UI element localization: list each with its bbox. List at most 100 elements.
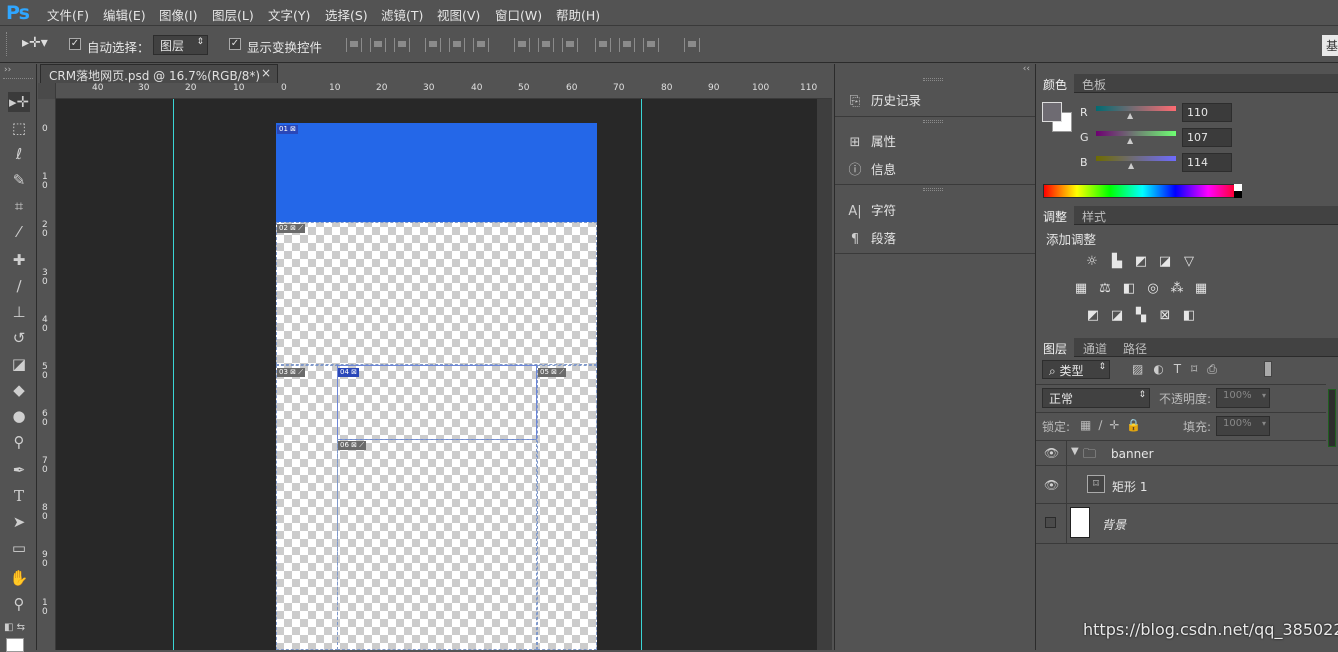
distribute-hcenter-icon[interactable] <box>619 38 635 52</box>
menu-select[interactable]: 选择(S) <box>325 5 368 24</box>
layer-row-rect[interactable]: 👁 ⌑ 矩形 1 <box>1036 466 1338 504</box>
distribute-right-icon[interactable] <box>643 38 659 52</box>
tab-styles[interactable]: 样式 <box>1075 206 1113 225</box>
eyedropper-tool-icon[interactable]: ⁄ <box>8 222 30 242</box>
invert-icon[interactable]: ◩ <box>1085 309 1101 323</box>
align-left-icon[interactable] <box>425 38 441 52</box>
filter-toggle[interactable] <box>1264 361 1272 377</box>
b-slider-thumb[interactable]: ▲ <box>1128 161 1134 170</box>
color-balance-icon[interactable]: ⚖ <box>1097 282 1113 296</box>
move-tool-preset-icon[interactable]: ▸✛▾ <box>22 35 48 51</box>
visibility-box[interactable] <box>1045 517 1056 528</box>
g-value-field[interactable]: 107 <box>1182 128 1232 147</box>
menu-edit[interactable]: 编辑(E) <box>103 5 146 24</box>
spectrum-white[interactable] <box>1234 184 1242 191</box>
levels-icon[interactable]: ▙ <box>1109 255 1125 269</box>
gradient-map-icon[interactable]: ◧ <box>1181 309 1197 323</box>
canvas[interactable]: 01 ⊠ 02 ⊠ ⟋ 03 ⊠ ⟋ 04 ⊠ 05 ⊠ ⟋ 06 ⊠ ⟋ <box>276 123 597 650</box>
slice-05-tag[interactable]: 05 ⊠ ⟋ <box>538 368 567 377</box>
color-lookup-icon[interactable]: ▦ <box>1193 282 1209 296</box>
vibrance-icon[interactable]: ▽ <box>1181 255 1197 269</box>
b-slider[interactable] <box>1096 156 1176 161</box>
pen-tool-icon[interactable]: ✒ <box>8 460 30 480</box>
distribute-left-icon[interactable] <box>595 38 611 52</box>
layer-filter-dropdown[interactable]: ⌕ 类型 ⇕ <box>1042 360 1110 379</box>
crop-tool-icon[interactable]: ⌗ <box>8 196 30 216</box>
menu-window[interactable]: 窗口(W) <box>495 5 542 24</box>
slice-02[interactable] <box>276 222 597 365</box>
slice-02-tag[interactable]: 02 ⊠ ⟋ <box>277 224 306 233</box>
quick-select-tool-icon[interactable]: ✎ <box>8 170 30 190</box>
slice-03-tag[interactable]: 03 ⊠ ⟋ <box>277 368 306 377</box>
tools-collapse-icon[interactable]: ›› <box>4 65 11 75</box>
menu-view[interactable]: 视图(V) <box>437 5 480 24</box>
hue-saturation-icon[interactable]: ▦ <box>1073 282 1089 296</box>
eraser-tool-icon[interactable]: ◪ <box>8 354 30 374</box>
distribute-bottom-icon[interactable] <box>562 38 578 52</box>
character-panel-button[interactable]: A| 字符 <box>847 200 896 219</box>
lasso-tool-icon[interactable]: ℓ <box>8 144 30 164</box>
opacity-field[interactable]: 100% ▾ <box>1216 388 1270 408</box>
visibility-eye-icon[interactable]: 👁 <box>1044 478 1059 492</box>
dock-collapse-icon[interactable]: ‹‹ <box>1023 64 1030 74</box>
spectrum-black[interactable] <box>1234 191 1242 198</box>
paragraph-panel-button[interactable]: ¶ 段落 <box>847 228 896 247</box>
tab-channels[interactable]: 通道 <box>1076 338 1114 357</box>
threshold-icon[interactable]: ▚ <box>1133 309 1149 323</box>
layer-row-background[interactable]: 背景 <box>1036 504 1338 544</box>
path-select-tool-icon[interactable]: ➤ <box>8 512 30 532</box>
align-top-icon[interactable] <box>346 38 362 52</box>
tab-layers[interactable]: 图层 <box>1036 338 1075 357</box>
menu-layer[interactable]: 图层(L) <box>212 5 254 24</box>
tab-color[interactable]: 颜色 <box>1036 74 1075 93</box>
menu-image[interactable]: 图像(I) <box>159 5 197 24</box>
swap-colors-icon[interactable]: ◧ ⇆ <box>4 622 25 633</box>
tab-adjustments[interactable]: 调整 <box>1036 206 1075 225</box>
channel-mixer-icon[interactable]: ⁂ <box>1169 282 1185 296</box>
vertical-ruler[interactable]: 0 1 0 2 0 3 0 4 0 5 0 6 0 7 0 8 0 9 0 1 … <box>38 99 56 650</box>
brush-tool-icon[interactable]: ∕ <box>8 276 30 296</box>
tab-swatches[interactable]: 色板 <box>1075 74 1113 93</box>
workspace-button[interactable]: 基 <box>1322 35 1338 56</box>
auto-select-checkbox-icon[interactable]: ✓ <box>69 38 81 50</box>
shape-layer-thumbnail-icon[interactable]: ⌑ <box>1087 475 1105 493</box>
filter-icons[interactable]: ▨◐T⌑⎙ <box>1132 362 1227 377</box>
visibility-eye-icon[interactable]: 👁 <box>1044 446 1059 460</box>
background-layer-thumbnail[interactable] <box>1070 507 1090 538</box>
slice-04-tag[interactable]: 04 ⊠ <box>338 368 360 377</box>
ruler-origin[interactable] <box>38 83 56 99</box>
type-tool-icon[interactable]: T <box>8 486 30 506</box>
paint-bucket-tool-icon[interactable]: ◆ <box>8 380 30 400</box>
menu-help[interactable]: 帮助(H) <box>556 5 600 24</box>
align-vcenter-icon[interactable] <box>370 38 386 52</box>
vertical-scrollbar[interactable] <box>817 99 832 650</box>
slice-04[interactable] <box>337 365 537 440</box>
guide-line-left[interactable] <box>173 99 174 650</box>
exposure-icon[interactable]: ◪ <box>1157 255 1173 269</box>
brightness-icon[interactable]: ☼ <box>1084 255 1100 269</box>
color-spectrum-bar[interactable] <box>1043 184 1242 198</box>
history-brush-tool-icon[interactable]: ↺ <box>8 328 30 348</box>
photo-filter-icon[interactable]: ◎ <box>1145 282 1161 296</box>
black-white-icon[interactable]: ◧ <box>1121 282 1137 296</box>
hand-tool-icon[interactable]: ✋ <box>8 568 30 588</box>
slice-06[interactable] <box>337 439 537 650</box>
align-hcenter-icon[interactable] <box>449 38 465 52</box>
lock-icons[interactable]: ▦∕✛🔒 <box>1080 418 1148 432</box>
menu-filter[interactable]: 滤镜(T) <box>381 5 423 24</box>
align-right-icon[interactable] <box>473 38 489 52</box>
expand-arrow-icon[interactable]: ▼ <box>1071 446 1079 457</box>
move-tool-icon[interactable]: ▸✛ <box>8 92 30 112</box>
horizontal-ruler[interactable]: 40 30 20 10 0 10 20 30 40 50 60 70 80 90… <box>38 83 832 99</box>
distribute-top-icon[interactable] <box>514 38 530 52</box>
guide-line-right[interactable] <box>641 99 642 650</box>
foreground-swatch[interactable] <box>1042 102 1062 122</box>
zoom-tool-icon[interactable]: ⚲ <box>8 594 30 614</box>
r-value-field[interactable]: 110 <box>1182 103 1232 122</box>
slice-05[interactable] <box>537 365 597 650</box>
document-tab[interactable]: CRM落地网页.psd @ 16.7%(RGB/8*) * × <box>40 64 278 98</box>
fill-field[interactable]: 100% ▾ <box>1216 416 1270 436</box>
properties-panel-button[interactable]: ⊞ 属性 <box>847 131 896 150</box>
tab-paths[interactable]: 路径 <box>1116 338 1154 357</box>
dodge-tool-icon[interactable]: ⚲ <box>8 432 30 452</box>
